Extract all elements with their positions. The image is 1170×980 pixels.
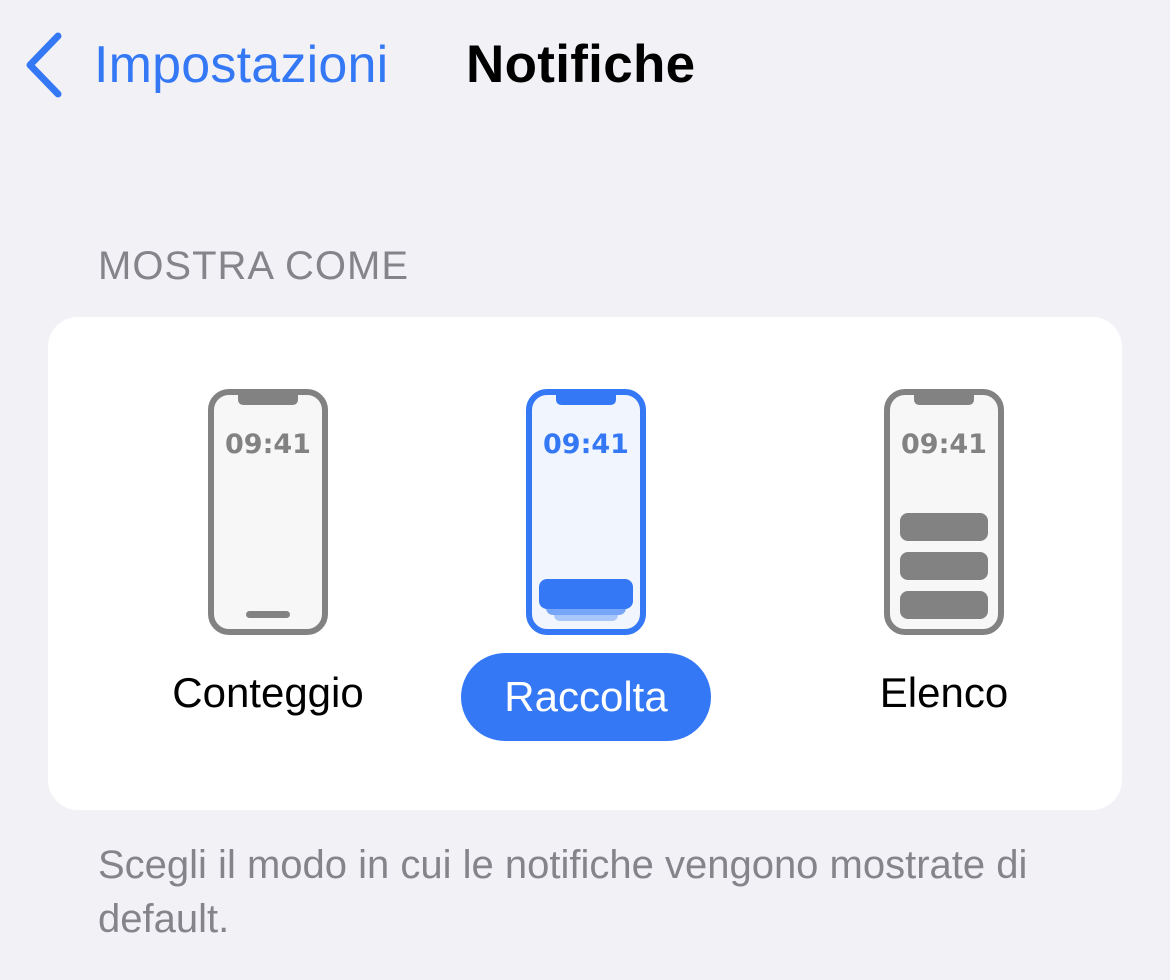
- navigation-bar: Impostazioni Notifiche: [0, 0, 1170, 130]
- phone-time: 09:41: [543, 429, 629, 460]
- selected-option-pill: Raccolta: [461, 653, 711, 741]
- option-elenco[interactable]: 09:41 Elenco: [794, 317, 1094, 810]
- chevron-left-icon: [26, 32, 62, 98]
- section-header: MOSTRA COME: [98, 244, 410, 288]
- display-style-card: 09:41 Conteggio 09:41 Raccolta 09:41 Ele…: [48, 317, 1122, 810]
- page-title: Notifiche: [466, 35, 696, 94]
- option-label-conteggio: Conteggio: [172, 669, 364, 716]
- option-label-elenco: Elenco: [879, 669, 1009, 716]
- phone-time: 09:41: [225, 429, 311, 460]
- option-conteggio[interactable]: 09:41 Conteggio: [118, 317, 418, 810]
- option-raccolta[interactable]: 09:41 Raccolta: [436, 317, 736, 810]
- phone-list-icon: 09:41: [884, 389, 1004, 635]
- phone-count-icon: 09:41: [208, 389, 328, 635]
- back-button-label: Impostazioni: [94, 36, 389, 94]
- phone-time: 09:41: [901, 429, 987, 460]
- back-button[interactable]: Impostazioni: [22, 26, 388, 104]
- section-footer: Scegli il modo in cui le notifiche vengo…: [98, 843, 1028, 941]
- option-label-raccolta: Raccolta: [504, 673, 668, 720]
- phone-stack-icon: 09:41: [526, 389, 646, 635]
